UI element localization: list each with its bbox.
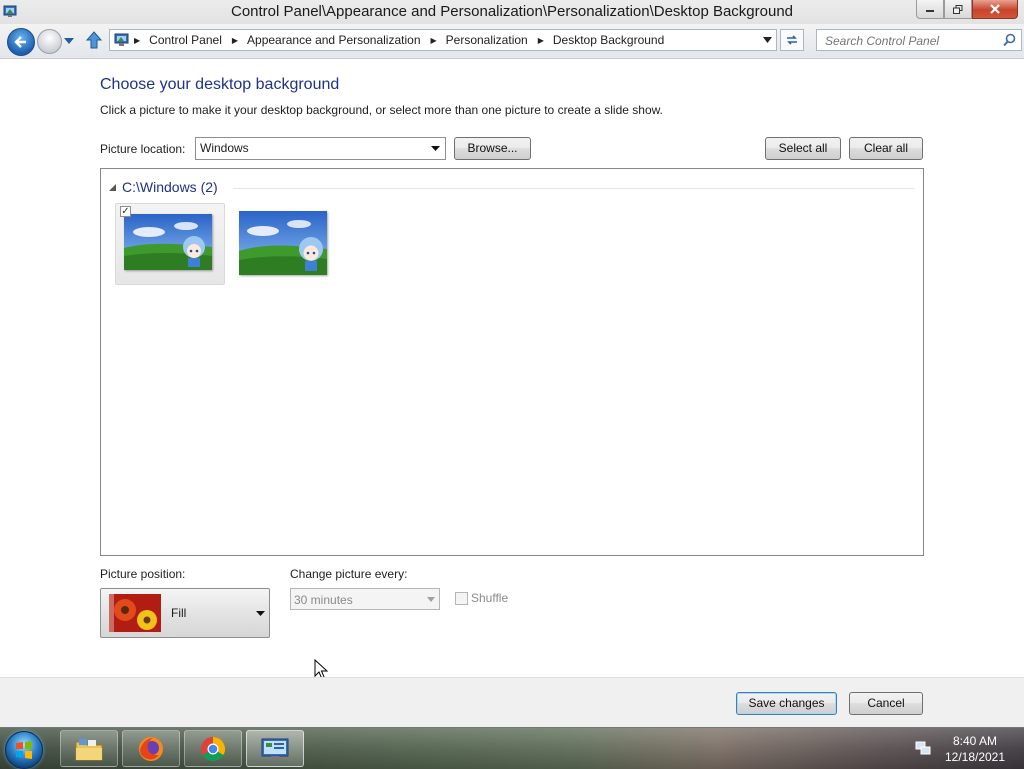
taskbar-windows-explorer[interactable] bbox=[60, 730, 118, 767]
breadcrumb-appearance-and-personalization[interactable]: Appearance and Personalization bbox=[247, 33, 420, 47]
control-panel-icon bbox=[114, 33, 129, 46]
picture-location-dropdown[interactable]: Windows bbox=[195, 137, 446, 160]
up-arrow-icon[interactable] bbox=[86, 31, 102, 49]
shuffle-checkbox[interactable] bbox=[455, 592, 468, 605]
select-all-button[interactable]: Select all bbox=[765, 137, 841, 160]
save-changes-button[interactable]: Save changes bbox=[736, 692, 837, 715]
address-dropdown-icon[interactable] bbox=[763, 37, 772, 43]
breadcrumb-separator-icon[interactable]: ▶ bbox=[431, 36, 437, 45]
collapse-triangle-icon[interactable] bbox=[109, 183, 116, 191]
clock-date: 12/18/2021 bbox=[944, 750, 1006, 764]
wallpaper-thumbnail[interactable]: ✓ bbox=[115, 203, 225, 285]
recent-pages-dropdown-icon[interactable] bbox=[64, 38, 74, 44]
folder-icon bbox=[75, 738, 103, 760]
search-input[interactable] bbox=[823, 32, 997, 50]
chevron-down-icon bbox=[427, 597, 435, 602]
page-title: Choose your desktop background bbox=[100, 76, 340, 93]
taskbar-chrome[interactable] bbox=[184, 730, 242, 767]
network-icon[interactable] bbox=[915, 740, 931, 756]
group-header[interactable]: C:\Windows (2) bbox=[109, 179, 218, 195]
picture-position-dropdown[interactable]: Fill bbox=[100, 588, 270, 638]
footer-bar: Save changes Cancel bbox=[0, 677, 1024, 728]
breadcrumb-separator-icon[interactable]: ▶ bbox=[538, 36, 544, 45]
picture-location-label: Picture location: bbox=[100, 142, 186, 156]
firefox-icon bbox=[139, 736, 163, 761]
fill-position-preview-icon bbox=[109, 594, 161, 632]
change-picture-label: Change picture every: bbox=[290, 567, 408, 581]
clear-all-button[interactable]: Clear all bbox=[849, 137, 923, 160]
restore-button[interactable] bbox=[944, 0, 972, 19]
group-title: C:\Windows (2) bbox=[122, 179, 218, 195]
clock-time: 8:40 AM bbox=[952, 734, 998, 748]
picture-location-value: Windows bbox=[200, 141, 249, 155]
cancel-button[interactable]: Cancel bbox=[849, 692, 923, 715]
wallpaper-image bbox=[239, 211, 327, 275]
chevron-down-icon bbox=[431, 146, 440, 151]
change-interval-value: 30 minutes bbox=[294, 593, 353, 607]
navigation-bar: ▶ Control Panel ▶ Appearance and Persona… bbox=[0, 24, 1024, 59]
window-title: Control Panel\Appearance and Personaliza… bbox=[230, 3, 794, 20]
search-box[interactable] bbox=[816, 29, 1022, 51]
picture-position-label: Picture position: bbox=[100, 567, 186, 581]
search-icon[interactable] bbox=[1003, 33, 1016, 47]
taskbar: 8:40 AM 12/18/2021 bbox=[0, 727, 1024, 769]
shuffle-label[interactable]: Shuffle bbox=[471, 591, 508, 605]
minimize-button[interactable] bbox=[916, 0, 944, 19]
title-bar: Control Panel\Appearance and Personaliza… bbox=[0, 0, 1024, 24]
control-panel-icon bbox=[261, 738, 289, 760]
back-button[interactable] bbox=[7, 28, 35, 56]
picture-gallery[interactable]: C:\Windows (2) ✓ bbox=[100, 168, 924, 556]
restore-icon bbox=[953, 4, 963, 14]
chrome-icon bbox=[200, 736, 226, 761]
breadcrumb-control-panel[interactable]: Control Panel bbox=[149, 33, 222, 47]
breadcrumb-personalization[interactable]: Personalization bbox=[446, 33, 528, 47]
refresh-icon bbox=[787, 35, 797, 45]
back-arrow-icon bbox=[14, 36, 26, 48]
thumbnail-checkbox[interactable]: ✓ bbox=[120, 206, 131, 217]
windows-logo-icon bbox=[16, 741, 32, 759]
taskbar-control-panel[interactable] bbox=[246, 730, 304, 767]
wallpaper-image bbox=[124, 214, 212, 270]
breadcrumb-separator-icon[interactable]: ▶ bbox=[134, 36, 140, 45]
breadcrumb-desktop-background[interactable]: Desktop Background bbox=[553, 33, 664, 47]
page-description: Click a picture to make it your desktop … bbox=[100, 103, 663, 117]
group-divider bbox=[233, 188, 915, 189]
wallpaper-thumbnail[interactable] bbox=[229, 203, 339, 285]
refresh-button[interactable] bbox=[780, 29, 804, 51]
taskbar-firefox[interactable] bbox=[122, 730, 180, 767]
forward-button[interactable] bbox=[37, 29, 62, 54]
system-clock[interactable]: 8:40 AM 12/18/2021 bbox=[935, 733, 1015, 765]
start-button[interactable] bbox=[5, 731, 43, 769]
browse-button[interactable]: Browse... bbox=[454, 137, 531, 160]
close-button[interactable] bbox=[972, 0, 1018, 19]
picture-position-value: Fill bbox=[171, 606, 187, 620]
address-bar[interactable]: ▶ Control Panel ▶ Appearance and Persona… bbox=[109, 29, 777, 51]
close-icon bbox=[990, 4, 1000, 14]
breadcrumb-separator-icon[interactable]: ▶ bbox=[232, 36, 238, 45]
chevron-down-icon bbox=[256, 611, 265, 616]
minimize-icon bbox=[926, 10, 934, 12]
change-interval-dropdown[interactable]: 30 minutes bbox=[290, 588, 440, 610]
